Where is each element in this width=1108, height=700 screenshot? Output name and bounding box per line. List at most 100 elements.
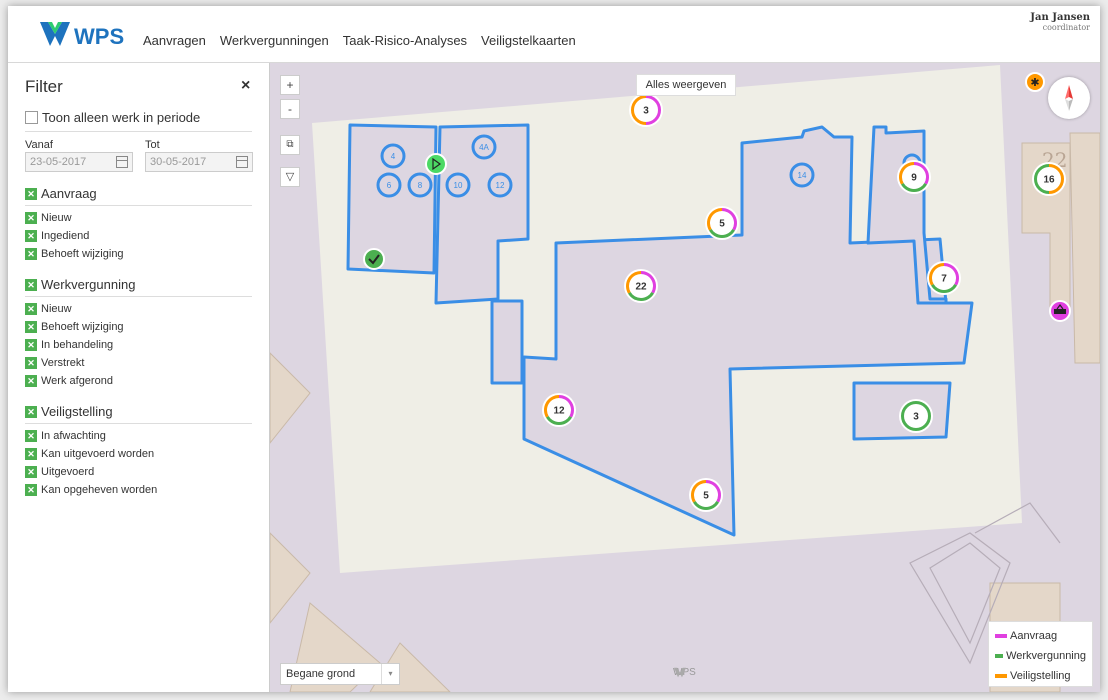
cluster-count: 16 <box>1043 175 1055 186</box>
nav-veiligstelkaarten[interactable]: Veiligstelkaarten <box>481 33 576 48</box>
logo-shield-icon <box>674 667 686 678</box>
filter-item[interactable]: ✕ Uitgevoerd <box>25 466 94 478</box>
filter-item[interactable]: ✕ Nieuw <box>25 212 72 224</box>
cluster-marker[interactable]: 3 <box>629 93 663 127</box>
compass-icon[interactable] <box>1048 77 1090 119</box>
map-legend: Aanvraag Werkvergunning Veiligstelling <box>988 621 1093 687</box>
cluster-marker[interactable]: 5 <box>689 478 723 512</box>
check-icon[interactable]: ✕ <box>25 357 37 369</box>
section-title: Werkvergunning <box>41 277 136 292</box>
period-label: Toon alleen werk in periode <box>42 110 201 125</box>
room-label: 14 <box>798 171 807 180</box>
filter-item[interactable]: ✕ Kan opgeheven worden <box>25 484 157 496</box>
section-title: Veiligstelling <box>41 404 113 419</box>
svg-text:✱: ✱ <box>1030 76 1039 89</box>
play-marker-icon[interactable] <box>425 153 447 175</box>
cluster-marker[interactable]: 7 <box>927 261 961 295</box>
user-menu[interactable]: Jan Jansen coordinator <box>1030 12 1090 32</box>
cluster-count: 5 <box>703 491 709 502</box>
check-icon[interactable]: ✕ <box>25 484 37 496</box>
filter-item[interactable]: ✕ Kan uitgevoerd worden <box>25 448 154 460</box>
cluster-marker[interactable]: 3 <box>899 399 933 433</box>
to-date-input[interactable]: 30-05-2017 <box>145 152 253 172</box>
from-date-input[interactable]: 23-05-2017 <box>25 152 133 172</box>
zoom-out-button[interactable]: - <box>280 99 300 119</box>
check-icon[interactable]: ✕ <box>25 230 37 242</box>
legend-item: Aanvraag <box>995 626 1086 646</box>
check-icon[interactable]: ✕ <box>25 466 37 478</box>
filter-item-label: In behandeling <box>41 339 114 351</box>
room-label: 10 <box>454 181 463 190</box>
calendar-icon[interactable] <box>116 156 128 168</box>
nav-aanvragen[interactable]: Aanvragen <box>143 33 206 48</box>
wps-logo[interactable]: WPS <box>38 20 128 50</box>
nav-werkvergunningen[interactable]: Werkvergunningen <box>220 33 329 48</box>
cluster-marker[interactable]: 5 <box>705 206 739 240</box>
filter-item-label: Kan opgeheven worden <box>41 484 158 496</box>
check-icon[interactable]: ✕ <box>25 187 37 200</box>
calendar-icon[interactable] <box>236 156 248 168</box>
close-icon[interactable]: × <box>241 77 250 95</box>
section-aanvraag[interactable]: ✕ Aanvraag <box>25 186 252 206</box>
check-icon[interactable]: ✕ <box>25 248 37 260</box>
legend-swatch <box>995 674 1007 678</box>
check-icon[interactable]: ✕ <box>25 448 37 460</box>
filter-item-label: Werk afgerond <box>41 375 113 387</box>
asterisk-marker-icon[interactable]: ✱ <box>1025 72 1045 92</box>
nav-taak-risico-analyses[interactable]: Taak-Risico-Analyses <box>343 33 467 48</box>
legend-label: Veiligstelling <box>1010 670 1071 682</box>
legend-item: Werkvergunning <box>995 646 1086 666</box>
check-icon[interactable]: ✕ <box>25 339 37 351</box>
filter-item-label: Uitgevoerd <box>41 466 95 478</box>
site-map[interactable]: 4 4A 6 8 10 12 14 22 ✱ 3 5 22 9 16 7 12 … <box>270 63 1100 692</box>
zoom-in-button[interactable]: + <box>280 75 300 95</box>
wps-watermark: WPS <box>673 667 696 678</box>
legend-label: Aanvraag <box>1010 630 1058 642</box>
check-icon[interactable]: ✕ <box>25 321 37 333</box>
cluster-marker[interactable]: 16 <box>1032 162 1066 196</box>
chevron-down-icon[interactable]: ▾ <box>381 664 399 684</box>
cluster-marker[interactable]: 22 <box>624 269 658 303</box>
filter-item-label: Verstrekt <box>41 357 85 369</box>
user-name: Jan Jansen <box>1030 12 1090 23</box>
fullscreen-icon[interactable]: ⧉ <box>280 135 300 155</box>
barrier-marker-icon[interactable] <box>1049 300 1071 322</box>
cluster-marker[interactable]: 9 <box>897 160 931 194</box>
compass-needle-icon <box>1065 85 1073 111</box>
show-all-button[interactable]: Alles weergeven <box>636 74 736 96</box>
filter-item[interactable]: ✕ In afwachting <box>25 430 106 442</box>
period-filter-row[interactable]: Toon alleen werk in periode <box>25 110 252 132</box>
section-veiligstelling[interactable]: ✕ Veiligstelling <box>25 404 252 424</box>
check-icon[interactable]: ✕ <box>25 212 37 224</box>
floor-select-value: Begane grond <box>286 668 356 680</box>
filter-item-label: Ingediend <box>41 230 90 242</box>
map-canvas[interactable]: 4 4A 6 8 10 12 14 22 ✱ 35229 1671235 <box>270 63 1100 692</box>
filter-item[interactable]: ✕ Ingediend <box>25 230 89 242</box>
cluster-count: 3 <box>643 106 649 117</box>
main-nav: Aanvragen Werkvergunningen Taak-Risico-A… <box>143 33 590 48</box>
filter-item[interactable]: ✕ Werk afgerond <box>25 375 113 387</box>
room-label: 4A <box>479 143 489 152</box>
cluster-marker[interactable]: 12 <box>542 393 576 427</box>
period-checkbox[interactable] <box>25 111 38 124</box>
filter-item[interactable]: ✕ In behandeling <box>25 339 113 351</box>
check-icon[interactable]: ✕ <box>25 375 37 387</box>
check-icon[interactable]: ✕ <box>25 278 37 291</box>
filter-sidebar: Filter × Toon alleen werk in periode Van… <box>8 63 270 692</box>
floor-select[interactable]: Begane grond ▾ <box>280 663 400 685</box>
section-werkvergunning[interactable]: ✕ Werkvergunning <box>25 277 252 297</box>
app-window: WPS Aanvragen Werkvergunningen Taak-Risi… <box>8 6 1100 692</box>
cluster-count: 12 <box>553 406 565 417</box>
check-icon[interactable]: ✕ <box>25 430 37 442</box>
filter-icon[interactable]: ▽ <box>280 167 300 187</box>
legend-swatch <box>995 634 1007 638</box>
from-label: Vanaf <box>25 139 53 151</box>
filter-item[interactable]: ✕ Behoeft wijziging <box>25 248 124 260</box>
check-icon[interactable]: ✕ <box>25 303 37 315</box>
check-icon[interactable]: ✕ <box>25 405 37 418</box>
check-marker-icon[interactable] <box>363 248 385 270</box>
legend-label: Werkvergunning <box>1006 650 1086 662</box>
filter-item[interactable]: ✕ Behoeft wijziging <box>25 321 124 333</box>
filter-item[interactable]: ✕ Verstrekt <box>25 357 84 369</box>
filter-item[interactable]: ✕ Nieuw <box>25 303 72 315</box>
